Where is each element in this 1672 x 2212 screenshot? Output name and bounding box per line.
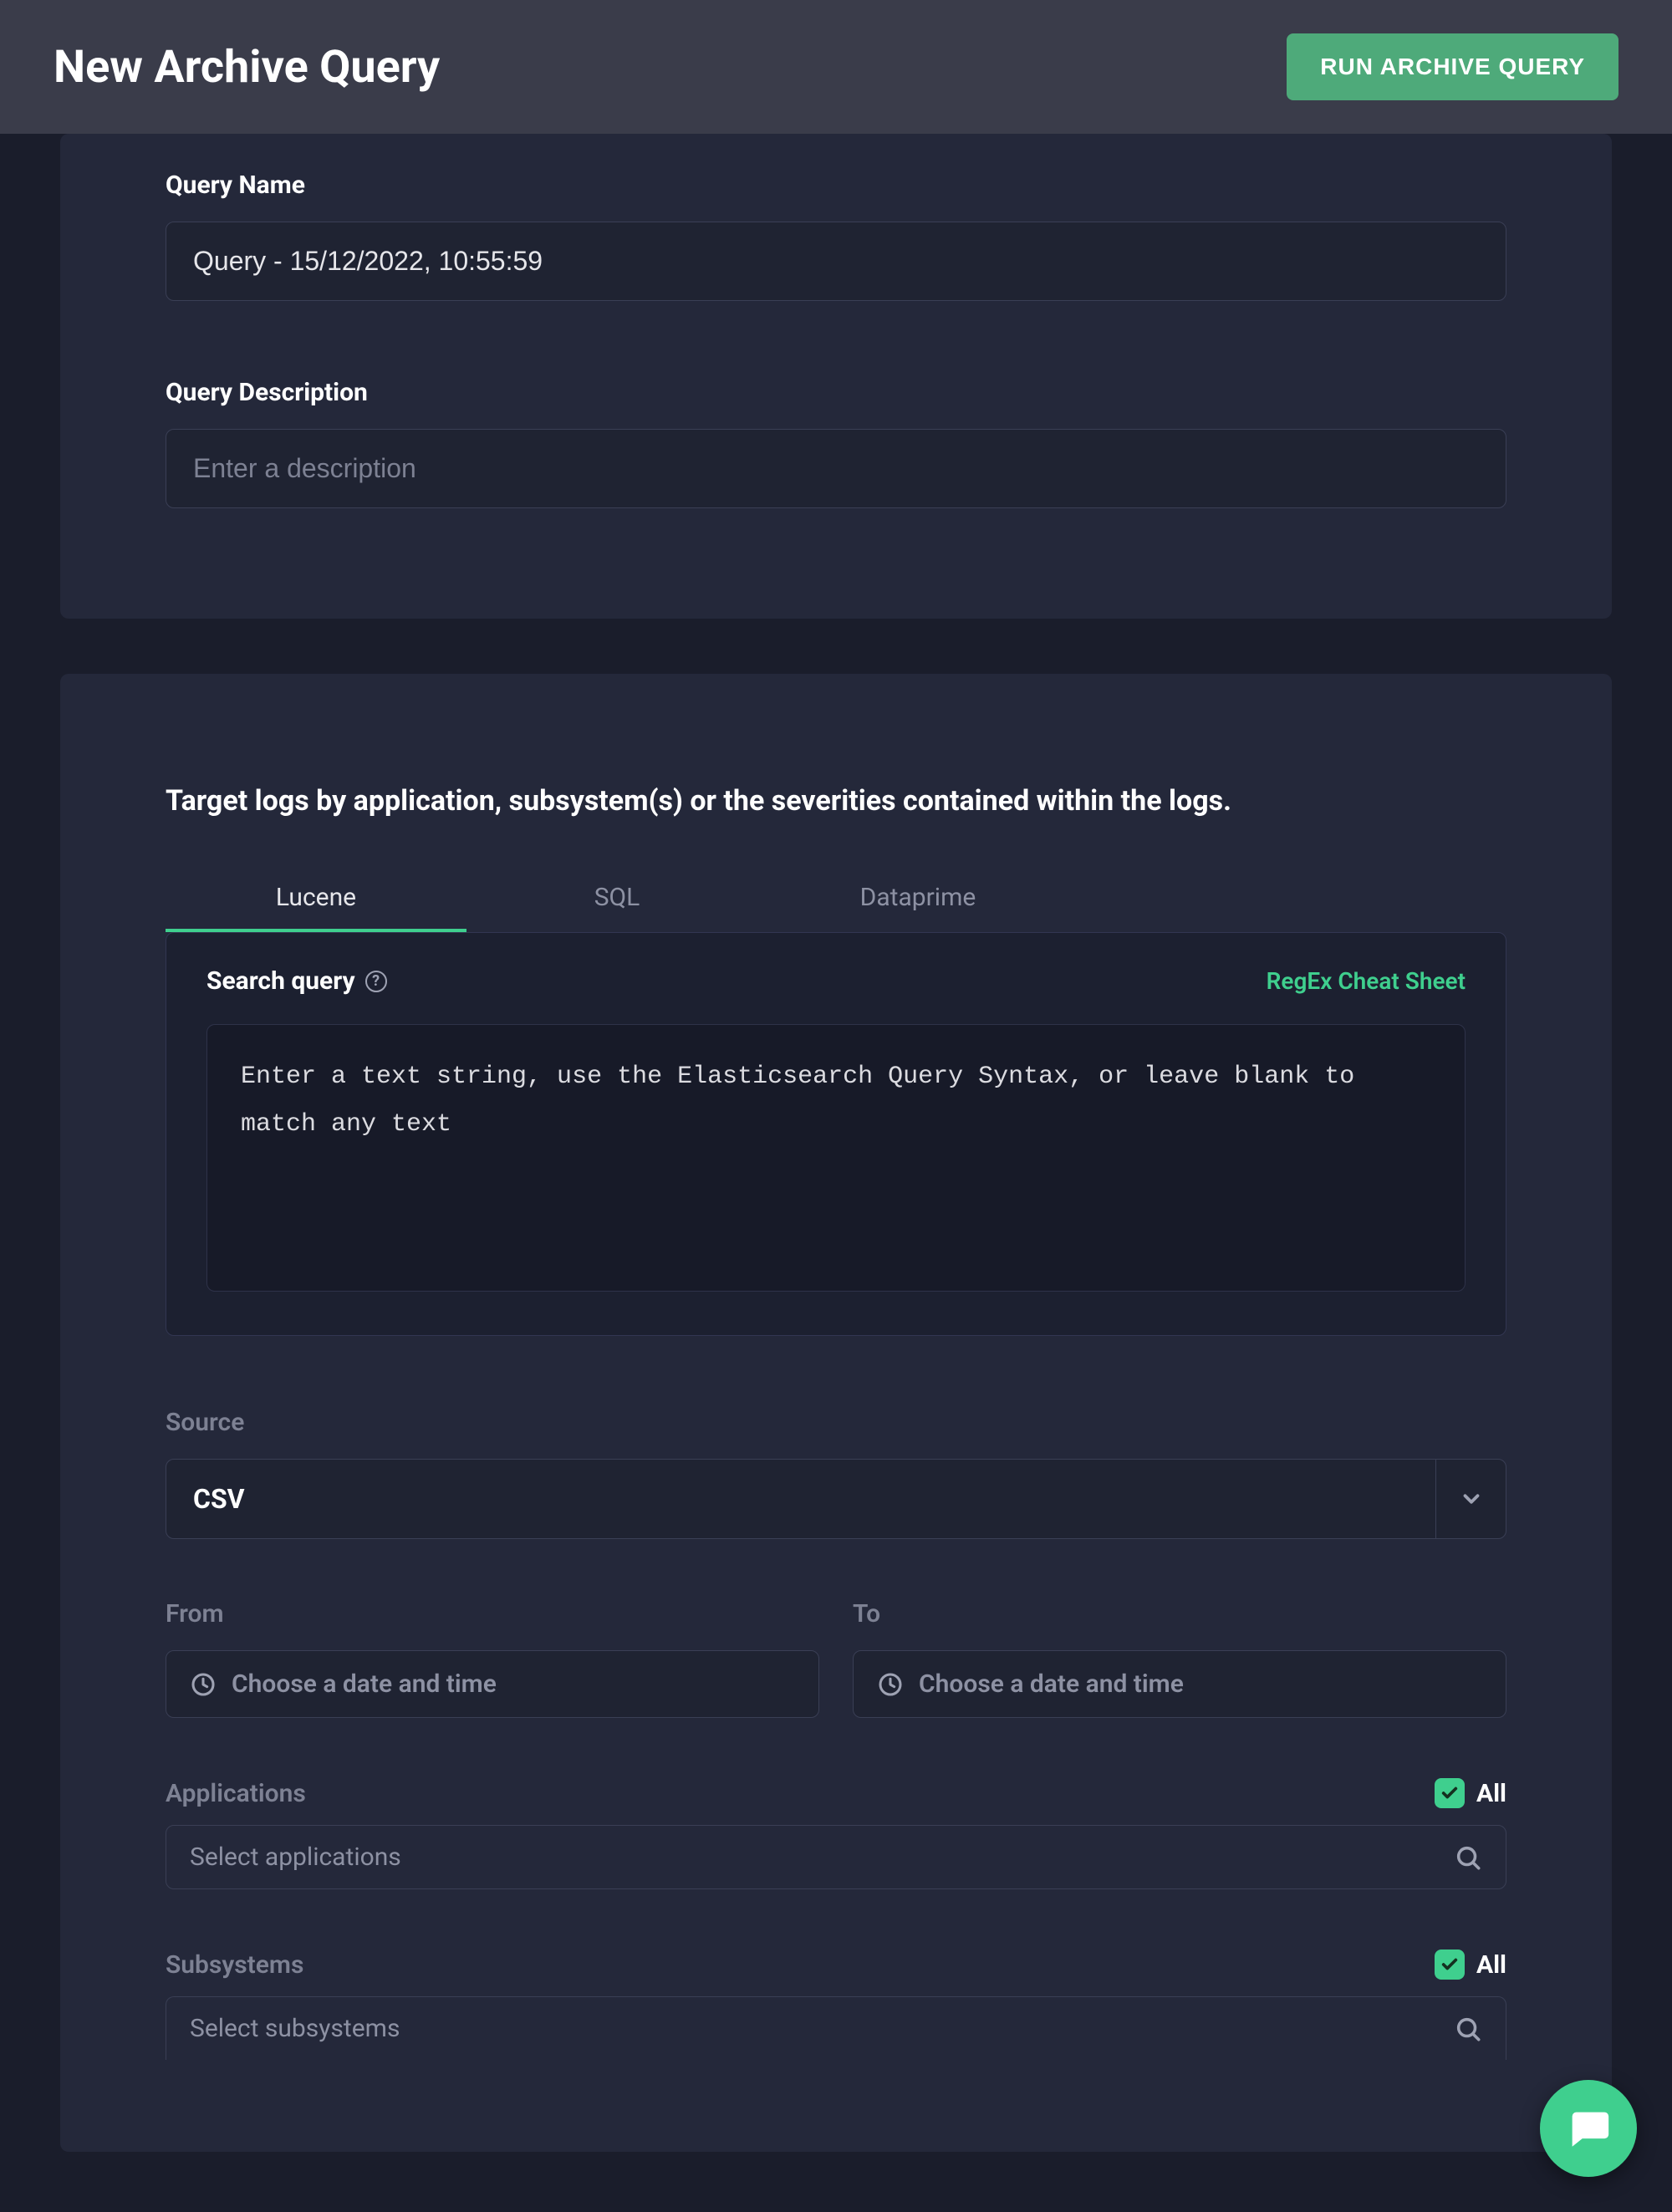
page-title: New Archive Query: [54, 41, 440, 94]
subsystems-label-row: Subsystems All: [166, 1950, 1506, 1980]
query-description-label: Query Description: [166, 378, 1506, 407]
header-bar: New Archive Query RUN ARCHIVE QUERY: [0, 0, 1672, 134]
subsystems-all-toggle[interactable]: All: [1435, 1950, 1506, 1980]
from-datetime-input[interactable]: Choose a date and time: [166, 1650, 819, 1718]
from-label: From: [166, 1599, 819, 1628]
target-heading: Target logs by application, subsystem(s)…: [166, 711, 1506, 818]
query-description-input[interactable]: [166, 429, 1506, 508]
query-name-input[interactable]: [166, 222, 1506, 301]
chat-fab[interactable]: [1540, 2080, 1637, 2177]
query-name-label: Query Name: [166, 171, 1506, 200]
applications-all-toggle[interactable]: All: [1435, 1778, 1506, 1808]
subsystems-placeholder: Select subsystems: [190, 2014, 1454, 2043]
source-selected-value: CSV: [166, 1460, 1435, 1538]
applications-placeholder: Select applications: [190, 1842, 1454, 1872]
applications-select[interactable]: Select applications: [166, 1825, 1506, 1889]
to-placeholder: Choose a date and time: [919, 1669, 1184, 1699]
run-archive-query-button[interactable]: RUN ARCHIVE QUERY: [1287, 33, 1618, 100]
search-icon: [1454, 2015, 1482, 2043]
source-label: Source: [166, 1408, 1506, 1437]
target-card: Target logs by application, subsystem(s)…: [60, 674, 1612, 2152]
search-query-label: Search query: [206, 966, 355, 996]
query-lang-tabs: Lucene SQL Dataprime: [166, 866, 1506, 932]
date-range-row: From Choose a date and time To Choose a …: [166, 1599, 1506, 1718]
query-meta-card: Query Name Query Description: [60, 134, 1612, 619]
tab-dataprime[interactable]: Dataprime: [767, 866, 1068, 932]
search-query-textarea[interactable]: [206, 1024, 1466, 1292]
subsystems-label: Subsystems: [166, 1950, 303, 1980]
applications-all-label: All: [1476, 1779, 1506, 1808]
tab-lucene[interactable]: Lucene: [166, 866, 466, 932]
applications-label-row: Applications All: [166, 1778, 1506, 1808]
checkbox-checked-icon: [1435, 1778, 1465, 1808]
source-select[interactable]: CSV: [166, 1459, 1506, 1539]
search-query-header: Search query ? RegEx Cheat Sheet: [206, 966, 1466, 996]
search-query-panel: Search query ? RegEx Cheat Sheet: [166, 932, 1506, 1336]
page-body: Query Name Query Description Target logs…: [0, 134, 1672, 2212]
applications-label: Applications: [166, 1779, 306, 1808]
tab-sql[interactable]: SQL: [466, 866, 767, 932]
subsystems-select[interactable]: Select subsystems: [166, 1996, 1506, 2060]
search-icon: [1454, 1843, 1482, 1872]
to-label: To: [853, 1599, 1506, 1628]
chevron-down-icon: [1435, 1460, 1506, 1538]
chat-icon: [1564, 2104, 1613, 2153]
from-placeholder: Choose a date and time: [232, 1669, 497, 1699]
clock-icon: [190, 1671, 217, 1698]
to-datetime-input[interactable]: Choose a date and time: [853, 1650, 1506, 1718]
checkbox-checked-icon: [1435, 1950, 1465, 1980]
clock-icon: [877, 1671, 904, 1698]
regex-cheat-sheet-link[interactable]: RegEx Cheat Sheet: [1267, 967, 1466, 995]
help-icon[interactable]: ?: [365, 971, 387, 992]
subsystems-all-label: All: [1476, 1950, 1506, 1980]
search-query-label-wrap: Search query ?: [206, 966, 387, 996]
